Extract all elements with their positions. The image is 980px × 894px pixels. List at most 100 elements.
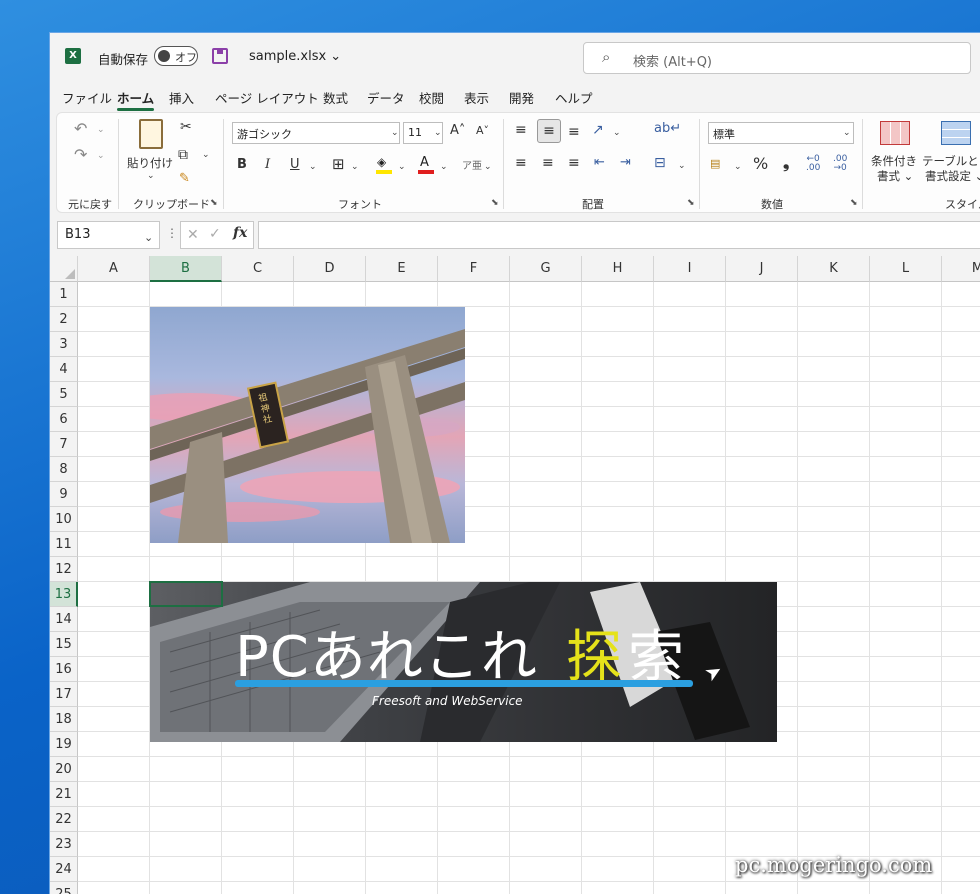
tab-page-layout[interactable]: ページ レイアウト — [215, 88, 319, 107]
select-all-corner[interactable] — [50, 256, 78, 282]
clipboard-launcher-icon[interactable]: ⬊ — [210, 198, 218, 208]
copy-dropdown-icon[interactable]: ⌄ — [202, 150, 210, 160]
column-header-h[interactable]: H — [582, 256, 654, 282]
row-header-21[interactable]: 21 — [50, 782, 78, 807]
grow-font-icon[interactable]: A˄ — [450, 123, 465, 138]
tab-insert[interactable]: 挿入 — [169, 88, 194, 107]
paste-button[interactable]: 貼り付け — [127, 155, 173, 171]
underline-button[interactable]: U — [290, 157, 300, 172]
conditional-format-icon[interactable] — [880, 121, 910, 145]
cut-icon[interactable]: ✂ — [180, 119, 192, 135]
tab-data[interactable]: データ — [367, 88, 405, 107]
underline-dropdown-icon[interactable]: ⌄ — [309, 162, 317, 172]
tab-view[interactable]: 表示 — [464, 88, 489, 107]
column-header-a[interactable]: A — [78, 256, 150, 282]
column-header-i[interactable]: I — [654, 256, 726, 282]
column-header-m[interactable]: M — [942, 256, 980, 282]
cancel-icon[interactable]: ✕ — [187, 227, 199, 243]
formula-bar-grip-icon[interactable]: ⋮ — [166, 226, 178, 240]
row-header-18[interactable]: 18 — [50, 707, 78, 732]
tab-file[interactable]: ファイル — [62, 88, 112, 107]
fill-color-icon[interactable]: ◈ — [376, 155, 392, 174]
merge-center-icon[interactable]: ⊟ — [654, 155, 666, 171]
format-as-table-icon[interactable] — [941, 121, 971, 145]
torii-photo[interactable]: 祖神社 — [150, 307, 465, 543]
column-header-d[interactable]: D — [294, 256, 366, 282]
formula-input[interactable] — [258, 221, 980, 249]
merge-dropdown-icon[interactable]: ⌄ — [678, 161, 686, 171]
conditional-format-label-1[interactable]: 条件付き — [871, 153, 917, 169]
font-color-dropdown-icon[interactable]: ⌄ — [440, 162, 448, 172]
font-launcher-icon[interactable]: ⬊ — [491, 198, 499, 208]
align-bottom-icon[interactable]: ≡ — [568, 124, 580, 140]
row-header-25[interactable]: 25 — [50, 882, 78, 894]
increase-decimal-icon[interactable]: ←0.00 — [806, 155, 820, 173]
autosave-toggle[interactable]: オフ — [154, 46, 198, 66]
increase-indent-icon[interactable]: ⇥ — [620, 155, 631, 170]
align-middle-icon[interactable]: ≡ — [537, 119, 561, 143]
number-launcher-icon[interactable]: ⬊ — [850, 198, 858, 208]
align-center-icon[interactable]: ≡ — [542, 155, 554, 171]
undo-dropdown-icon[interactable]: ⌄ — [97, 125, 105, 135]
borders-dropdown-icon[interactable]: ⌄ — [351, 162, 359, 172]
column-header-f[interactable]: F — [438, 256, 510, 282]
column-header-b[interactable]: B — [150, 256, 222, 282]
row-header-4[interactable]: 4 — [50, 357, 78, 382]
column-header-j[interactable]: J — [726, 256, 798, 282]
bold-button[interactable]: B — [237, 157, 247, 172]
row-header-10[interactable]: 10 — [50, 507, 78, 532]
row-header-17[interactable]: 17 — [50, 682, 78, 707]
row-header-9[interactable]: 9 — [50, 482, 78, 507]
enter-icon[interactable]: ✓ — [209, 226, 221, 242]
row-header-11[interactable]: 11 — [50, 532, 78, 557]
decrease-indent-icon[interactable]: ⇤ — [594, 155, 605, 170]
shrink-font-icon[interactable]: A˅ — [476, 124, 489, 137]
decrease-decimal-icon[interactable]: .00 →0 — [833, 155, 847, 173]
column-header-k[interactable]: K — [798, 256, 870, 282]
name-box-dropdown-icon[interactable]: ⌄ — [144, 231, 153, 244]
column-header-c[interactable]: C — [222, 256, 294, 282]
fill-color-dropdown-icon[interactable]: ⌄ — [398, 162, 406, 172]
align-right-icon[interactable]: ≡ — [568, 155, 580, 171]
row-header-23[interactable]: 23 — [50, 832, 78, 857]
paste-icon[interactable] — [139, 119, 163, 149]
column-header-l[interactable]: L — [870, 256, 942, 282]
insert-function-icon[interactable]: fx — [233, 225, 247, 241]
selected-cell-b13[interactable] — [149, 581, 223, 607]
row-header-15[interactable]: 15 — [50, 632, 78, 657]
row-header-3[interactable]: 3 — [50, 332, 78, 357]
align-left-icon[interactable]: ≡ — [515, 155, 527, 171]
save-icon[interactable] — [212, 48, 228, 64]
accounting-format-icon[interactable]: ▤ — [710, 157, 720, 170]
row-header-19[interactable]: 19 — [50, 732, 78, 757]
font-name-dropdown[interactable]: 游ゴシック — [232, 122, 400, 144]
row-header-16[interactable]: 16 — [50, 657, 78, 682]
row-header-20[interactable]: 20 — [50, 757, 78, 782]
percent-button[interactable]: % — [753, 154, 768, 173]
phonetic-icon[interactable]: ア亜 — [462, 157, 482, 172]
row-header-22[interactable]: 22 — [50, 807, 78, 832]
copy-icon[interactable]: ⧉ — [178, 147, 188, 163]
row-header-1[interactable]: 1 — [50, 282, 78, 307]
tab-review[interactable]: 校閲 — [419, 88, 444, 107]
font-color-icon[interactable]: A — [418, 155, 434, 174]
wrap-text-icon[interactable]: ab↵ — [654, 121, 681, 136]
redo-dropdown-icon[interactable]: ⌄ — [97, 151, 105, 161]
tab-home[interactable]: ホーム — [117, 88, 155, 111]
search-box[interactable]: ⌕ 検索 (Alt+Q) — [583, 42, 971, 74]
row-header-14[interactable]: 14 — [50, 607, 78, 632]
row-header-13[interactable]: 13 — [50, 582, 78, 607]
tab-help[interactable]: ヘルプ — [555, 88, 593, 107]
redo-icon[interactable]: ↷ — [74, 145, 87, 164]
row-header-5[interactable]: 5 — [50, 382, 78, 407]
paste-dropdown-icon[interactable]: ⌄ — [147, 171, 155, 181]
blog-banner-image[interactable]: PCあれこれ 探 索 Freesoft and WebService ➤ — [150, 582, 777, 742]
filename-dropdown[interactable]: sample.xlsx ⌄ — [249, 49, 341, 64]
format-as-table-label-2[interactable]: 書式設定 ⌄ — [925, 168, 980, 184]
phonetic-dropdown-icon[interactable]: ⌄ — [484, 162, 492, 172]
format-painter-icon[interactable]: ✎ — [179, 171, 190, 186]
orientation-dropdown-icon[interactable]: ⌄ — [613, 128, 621, 138]
format-as-table-label-1[interactable]: テーブルとし — [922, 153, 980, 169]
row-header-8[interactable]: 8 — [50, 457, 78, 482]
align-top-icon[interactable]: ≡ — [515, 122, 527, 138]
